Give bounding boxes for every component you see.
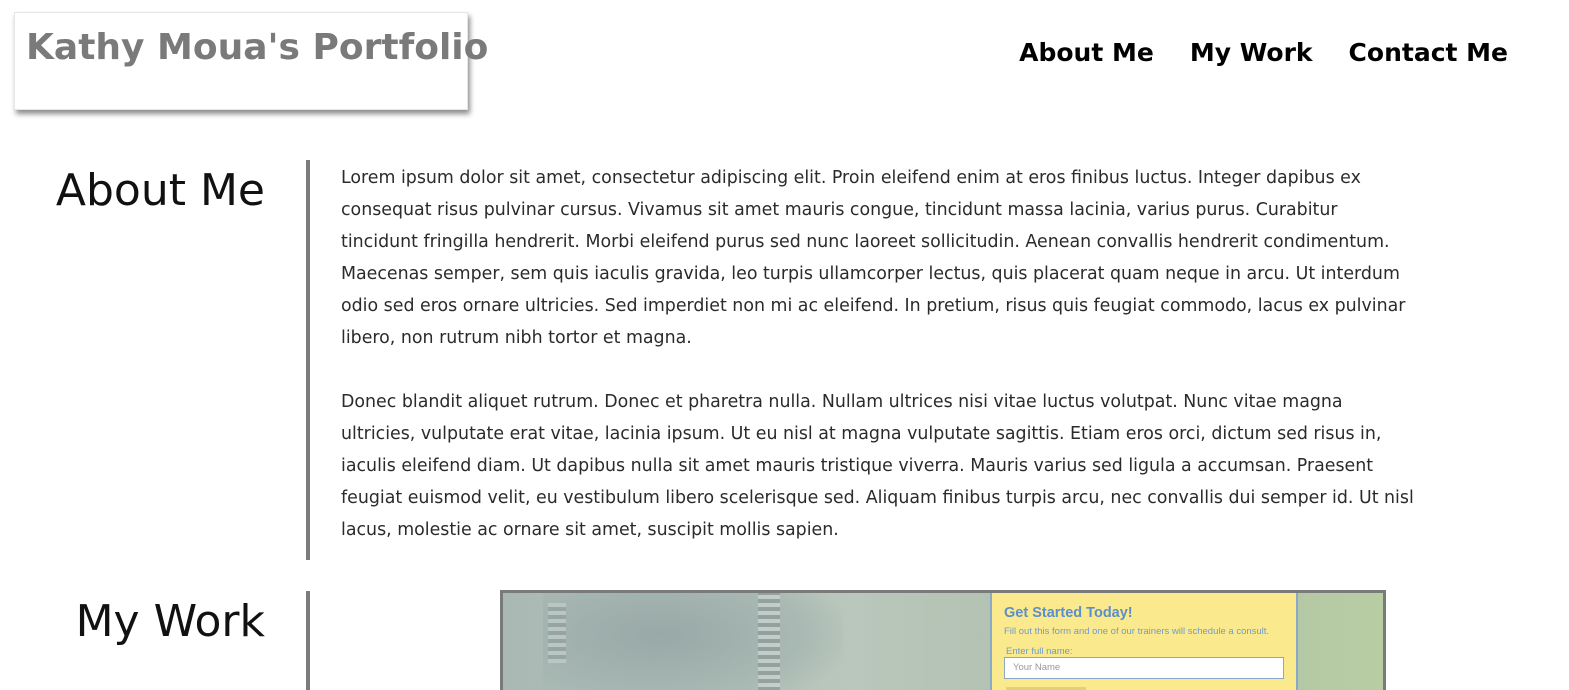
nav-contact-me-link[interactable]: Contact Me: [1349, 38, 1508, 67]
site-title[interactable]: Kathy Moua's Portfolio: [26, 27, 488, 68]
about-paragraph: Lorem ipsum dolor sit amet, consectetur …: [341, 168, 1406, 348]
brand-box[interactable]: Kathy Moua's Portfolio: [14, 12, 488, 110]
nav-about-me-link[interactable]: About Me: [1019, 38, 1154, 67]
project-name-field: Your Name: [1004, 657, 1284, 679]
project-panel-subheading: Fill out this form and one of our traine…: [1004, 626, 1270, 637]
project-panel-heading: Get Started Today!: [1004, 605, 1133, 621]
nav-my-work-link[interactable]: My Work: [1190, 38, 1313, 67]
project-photo-detail: [548, 603, 566, 663]
work-divider: [306, 591, 310, 690]
project-photo-detail: [758, 593, 780, 690]
work-heading: My Work: [75, 596, 265, 647]
about-paragraph: Donec blandit aliquet rutrum. Donec et p…: [341, 392, 1414, 540]
about-divider: [306, 160, 310, 560]
main-nav: About Me My Work Contact Me: [1019, 38, 1508, 67]
project-signup-panel: Get Started Today! Fill out this form an…: [990, 593, 1298, 690]
about-heading: About Me: [55, 165, 265, 216]
about-body: Lorem ipsum dolor sit amet, consectetur …: [341, 162, 1416, 578]
project-photo-figure: [543, 593, 843, 690]
project-screenshot[interactable]: Get Started Today! Fill out this form an…: [500, 590, 1386, 690]
project-field-label: Enter full name:: [1006, 646, 1073, 657]
